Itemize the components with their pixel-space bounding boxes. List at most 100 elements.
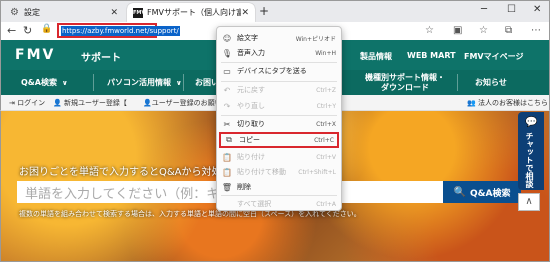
maximize-icon[interactable]: ☐ [507, 4, 516, 15]
gear-icon: ⚙ [10, 6, 19, 18]
lock-icon[interactable]: 🔒 [41, 24, 52, 34]
menu-item-shortcut: Ctrl+A [316, 200, 336, 208]
menu-item-shortcut: Win+ピリオド [295, 35, 336, 43]
menu-item-label: コピー [239, 136, 260, 144]
tab-settings[interactable]: ⚙ 設定 ✕ [4, 3, 124, 22]
menu-item-label: デバイスにタブを送る [237, 67, 307, 75]
chat-support-tab[interactable]: 💬 チャットで相談 [518, 112, 544, 190]
login-link[interactable]: ⇥ ログイン [9, 98, 45, 108]
header-link-webmart[interactable]: WEB MART [407, 51, 456, 60]
url-text[interactable]: https://azby.fmworld.net/support/ [61, 25, 180, 36]
undo-icon: ↶ [223, 85, 231, 95]
paste-go-icon: 📋 [222, 167, 232, 177]
minimize-icon[interactable]: ─ [481, 4, 487, 15]
register-link[interactable]: 👤 新規ユーザー登録【 [53, 98, 127, 108]
fmv-logo[interactable]: FMV [15, 47, 55, 63]
chat-icon: 💬 [525, 117, 538, 128]
split-screen-icon[interactable]: ▣ [453, 25, 462, 36]
search-icon: 🔍 [453, 186, 466, 198]
chevron-down-icon: ∨ [61, 78, 68, 87]
nav-label: Q&A検索 [21, 78, 57, 87]
close-tab-icon[interactable]: ✕ [110, 8, 118, 18]
header-link-mypage[interactable]: FMVマイページ [464, 51, 523, 62]
section-title: サポート [81, 53, 121, 64]
chat-label: チャットで相談 [525, 132, 534, 188]
search-button-label: Q&A検索 [469, 188, 511, 199]
menu-item-label: 絵文字 [237, 34, 258, 42]
menu-item-paste-and-go[interactable]: 📋 貼り付けて移動 Ctrl+Shift+L [219, 165, 339, 179]
menu-separator [221, 195, 337, 196]
chevron-down-icon: ∨ [176, 78, 182, 87]
menu-item-cut[interactable]: ✂ 切り取り Ctrl+X [219, 117, 339, 131]
back-icon[interactable]: ← [7, 24, 16, 37]
qa-search-button[interactable]: 🔍 Q&A検索 [443, 181, 521, 203]
menu-item-emoji[interactable]: ☺ 絵文字 Win+ピリオド [219, 31, 339, 45]
menu-item-undo[interactable]: ↶ 元に戻す Ctrl+Z [219, 83, 339, 97]
user-reg-label: ユーザー登録のお願い [151, 99, 222, 107]
menu-item-send-tab[interactable]: ▭ デバイスにタブを送る [219, 64, 339, 78]
menu-item-label: やり直し [237, 102, 265, 110]
cut-icon: ✂ [223, 119, 231, 129]
menu-item-label: 貼り付けて移動 [237, 168, 286, 176]
menu-item-paste[interactable]: 📋 貼り付け Ctrl+V [219, 150, 339, 164]
nav-divider [183, 74, 184, 91]
address-bar[interactable]: https://azby.fmworld.net/support/ [57, 23, 180, 38]
context-menu: ☺ 絵文字 Win+ピリオド 🎙 音声入力 Win+H ▭ デバイスにタブを送る… [216, 26, 342, 211]
nav-pc-tips[interactable]: パソコン活用情報 ∨ [107, 70, 182, 95]
menu-separator [221, 62, 337, 63]
collections-icon[interactable]: ⧉ [505, 25, 512, 36]
register-label: 新規ユーザー登録 [63, 99, 120, 107]
close-tab-icon[interactable]: ✕ [241, 8, 249, 18]
tab-title: FMVサポート（個人向け富士通パ [147, 8, 242, 17]
menu-item-redo[interactable]: ↷ やり直し Ctrl+Y [219, 99, 339, 113]
menu-item-shortcut: Ctrl+Y [316, 102, 336, 110]
menu-item-copy[interactable]: ⧉ コピー Ctrl+C [219, 132, 339, 148]
delete-icon: 🗑 [221, 182, 233, 192]
nav-label-line1: 機種別サポート情報・ [365, 72, 445, 82]
menu-item-voice-input[interactable]: 🎙 音声入力 Win+H [219, 46, 339, 60]
tab-title: 設定 [24, 8, 40, 17]
paste-icon: 📋 [222, 152, 232, 162]
people-icon: 👥 [467, 99, 476, 107]
login-label: ログイン [17, 99, 46, 107]
favorite-icon[interactable]: ☆ [425, 25, 434, 36]
emoji-icon: ☺ [222, 33, 232, 43]
header-link-products[interactable]: 製品情報 [360, 51, 392, 62]
nav-divider [457, 74, 458, 91]
nav-label-line2: ダウンロード [381, 82, 429, 92]
menu-separator [221, 81, 337, 82]
tab-fmv-support[interactable]: FMV FMVサポート（個人向け富士通パ ✕ [127, 3, 255, 22]
more-menu-icon[interactable]: ⋯ [531, 25, 541, 36]
menu-item-label: すべて選択 [237, 200, 272, 208]
menu-item-shortcut: Ctrl+V [316, 153, 336, 161]
scroll-to-top-button[interactable]: ∧ [518, 193, 540, 211]
device-icon: ▭ [223, 66, 231, 76]
menu-item-shortcut: Ctrl+Shift+L [298, 168, 336, 176]
menu-item-label: 音声入力 [237, 49, 265, 57]
nav-model-support[interactable]: 機種別サポート情報・ ダウンロード [359, 70, 451, 95]
menu-item-shortcut: Ctrl+C [314, 136, 334, 144]
window-close-icon[interactable]: ✕ [533, 4, 541, 15]
nav-divider [93, 74, 94, 91]
menu-item-label: 元に戻す [237, 86, 265, 94]
copy-icon: ⧉ [226, 135, 232, 144]
browser-tab-strip: ⚙ 設定 ✕ FMV FMVサポート（個人向け富士通パ ✕ + ─ ☐ ✕ [0, 0, 550, 22]
nav-qa-search[interactable]: Q&A検索 ∨ [21, 70, 68, 95]
login-icon: ⇥ [9, 99, 15, 107]
nav-label: パソコン活用情報 [107, 78, 171, 87]
menu-item-select-all[interactable]: すべて選択 Ctrl+A [219, 197, 339, 211]
menu-item-shortcut: Ctrl+Z [316, 86, 336, 94]
menu-separator [221, 115, 337, 116]
fmv-favicon: FMV [133, 7, 146, 18]
new-tab-button[interactable]: + [259, 4, 269, 18]
chevron-up-icon: ∧ [525, 196, 533, 207]
refresh-icon[interactable]: ↻ [23, 24, 32, 37]
nav-label: お知らせ [475, 78, 507, 87]
user-add-icon: 👤 [53, 99, 62, 107]
nav-news[interactable]: お知らせ [475, 70, 507, 95]
corporate-link[interactable]: 👥 法人のお客様はこちら [467, 98, 548, 108]
menu-item-shortcut: Win+H [315, 49, 336, 57]
favorites-list-icon[interactable]: ☆ [479, 25, 488, 36]
corporate-label: 法人のお客様はこちら [477, 99, 548, 107]
menu-item-delete[interactable]: 🗑 削除 [219, 180, 339, 194]
